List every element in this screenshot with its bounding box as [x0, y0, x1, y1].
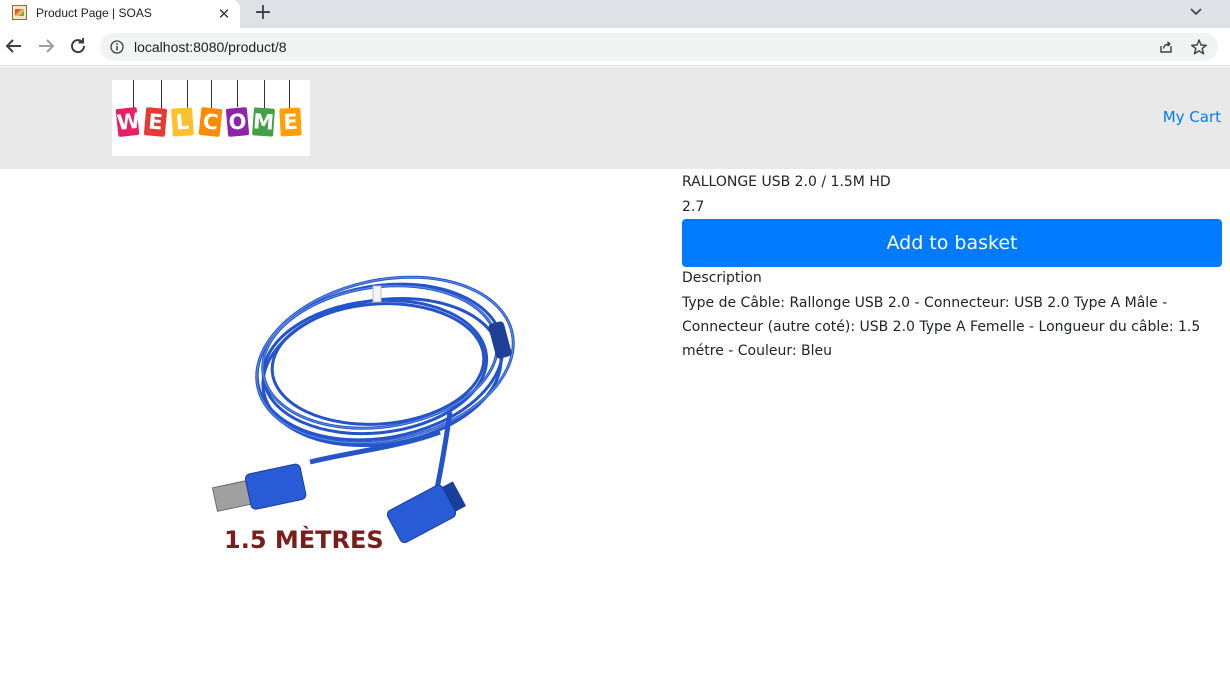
browser-tab-strip: Product Page | SOAS ✕ + — [0, 0, 1230, 28]
logo-string — [264, 80, 265, 110]
bookmark-star-icon[interactable] — [1190, 38, 1208, 56]
logo-letter: E — [279, 107, 302, 137]
product-title: RALLONGE USB 2.0 / 1.5M HD — [682, 174, 891, 190]
welcome-logo[interactable]: W E L C O M E — [112, 80, 310, 156]
logo-string — [211, 80, 212, 109]
logo-string — [237, 80, 238, 107]
logo-letter: W — [115, 106, 142, 138]
chevron-down-icon[interactable] — [1186, 2, 1206, 22]
product-price: 2.7 — [682, 199, 705, 215]
description-heading: Description — [682, 270, 762, 286]
my-cart-link[interactable]: My Cart — [1163, 108, 1221, 126]
forward-arrow-icon[interactable] — [35, 35, 57, 57]
close-tab-icon[interactable]: ✕ — [214, 4, 234, 24]
product-image[interactable]: 1.5 MÈTRES — [200, 262, 560, 562]
browser-toolbar: localhost:8080/product/8 — [0, 28, 1230, 66]
logo-string — [161, 80, 162, 109]
share-icon[interactable] — [1158, 39, 1174, 55]
browser-tab[interactable]: Product Page | SOAS ✕ — [0, 0, 240, 28]
logo-letter: M — [252, 107, 275, 137]
site-header: W E L C O M E My Cart — [0, 67, 1230, 169]
logo-string — [289, 80, 290, 108]
description-text: Type de Câble: Rallonge USB 2.0 - Connec… — [682, 295, 1201, 359]
logo-letter: E — [143, 107, 168, 137]
add-to-basket-button[interactable]: Add to basket — [682, 219, 1222, 267]
url-text[interactable]: localhost:8080/product/8 — [134, 39, 287, 55]
address-bar[interactable]: localhost:8080/product/8 — [100, 33, 1218, 61]
info-icon[interactable] — [110, 40, 124, 54]
favicon-icon — [12, 5, 27, 20]
logo-letter: C — [198, 106, 223, 138]
logo-letter: O — [225, 107, 250, 137]
new-tab-icon[interactable]: + — [251, 1, 275, 25]
tab-title: Product Page | SOAS — [36, 6, 152, 20]
logo-letter: L — [171, 107, 194, 137]
image-caption: 1.5 MÈTRES — [224, 525, 384, 554]
reload-icon[interactable] — [67, 35, 89, 57]
back-arrow-icon[interactable] — [3, 35, 25, 57]
